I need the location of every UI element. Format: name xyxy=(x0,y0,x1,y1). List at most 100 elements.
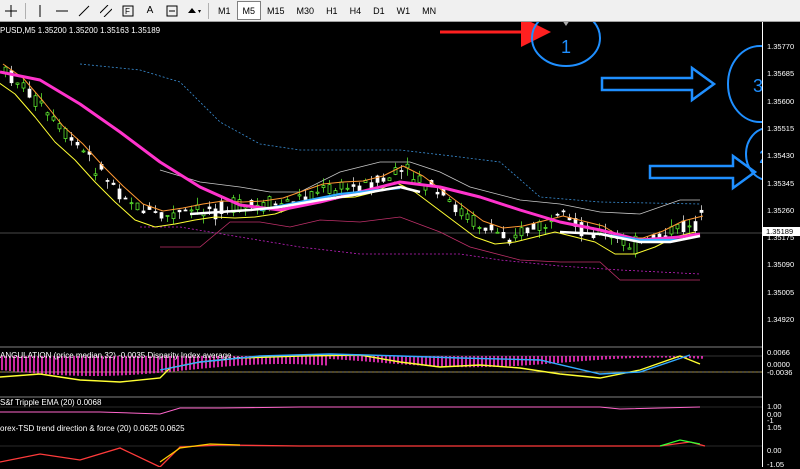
price-pointer-icon xyxy=(563,22,569,26)
candle-body xyxy=(453,204,458,213)
toolbar-separator xyxy=(25,2,26,19)
candle-body xyxy=(543,227,548,229)
shapes-icon[interactable] xyxy=(185,2,203,20)
candle-body xyxy=(693,221,698,231)
timeframe-m30[interactable]: M30 xyxy=(291,1,321,20)
tema-line xyxy=(0,406,701,415)
indicator-1-label: ANGULATION (price median,32) -0.0035 Dis… xyxy=(0,351,241,360)
timeframe-h4[interactable]: H4 xyxy=(344,1,368,20)
candle-body xyxy=(381,177,386,182)
candle-body xyxy=(699,209,704,213)
candle-body xyxy=(387,177,392,182)
price-axis[interactable]: 1.35770 1.35685 1.35600 1.35515 1.35430 1.353… xyxy=(762,22,800,469)
current-price-tag: 1.35189 xyxy=(763,227,800,236)
timeframe-m15[interactable]: M15 xyxy=(261,1,291,20)
timeframe-h1[interactable]: H1 xyxy=(320,1,344,20)
candle-body xyxy=(621,239,626,246)
candle-body xyxy=(351,184,356,187)
candle-body xyxy=(681,220,686,232)
candle-body xyxy=(417,175,422,183)
candle-body xyxy=(105,180,110,182)
candle-body xyxy=(57,123,62,130)
timeframe-d1[interactable]: D1 xyxy=(367,1,391,20)
candle-body xyxy=(465,213,470,220)
indicator-scale-label: -1.05 xyxy=(767,460,785,469)
candle-body xyxy=(303,196,308,200)
candle-body xyxy=(177,209,182,213)
candle-body xyxy=(315,191,320,194)
candle-body xyxy=(15,82,20,85)
candle-body xyxy=(159,212,164,219)
annotation-number: 1 xyxy=(561,37,571,57)
candle-body xyxy=(471,215,476,227)
chart-canvas: 132 xyxy=(0,22,793,467)
vertical-line-icon[interactable] xyxy=(31,2,49,20)
candle-body xyxy=(537,221,542,231)
candle-body xyxy=(495,231,500,234)
indicator-scale-label: -0.0036 xyxy=(767,368,793,377)
price-label: 1.35345 xyxy=(767,178,795,188)
candle-body xyxy=(483,227,488,231)
candle-body xyxy=(435,191,440,195)
indicator-2-label: S&f Tripple EMA (20) 0.0068 xyxy=(0,398,102,407)
candle-body xyxy=(513,234,518,239)
candle-body xyxy=(273,203,278,206)
candle-body xyxy=(327,184,332,194)
candle-body xyxy=(63,128,68,139)
trendline-icon[interactable] xyxy=(75,2,93,20)
candle-body xyxy=(399,170,404,172)
candle-body xyxy=(675,224,680,230)
horizontal-line-icon[interactable] xyxy=(53,2,71,20)
candle-body xyxy=(531,223,536,230)
timeframe-w1[interactable]: W1 xyxy=(391,1,417,20)
candle-body xyxy=(123,197,128,200)
price-label: 1.35005 xyxy=(767,287,795,297)
chart-toolbar: F A M1 M5 M15 M30 H1 H4 D1 W1 MN xyxy=(0,0,800,22)
label-icon[interactable] xyxy=(163,2,181,20)
candle-body xyxy=(111,182,116,185)
candle-body xyxy=(561,210,566,213)
candle-body xyxy=(21,82,26,89)
candle-body xyxy=(129,202,134,205)
candle-body xyxy=(93,173,98,176)
channel-icon[interactable] xyxy=(97,2,115,20)
timeframe-group: M1 M5 M15 M30 H1 H4 D1 W1 MN xyxy=(212,1,442,20)
candle-body xyxy=(489,224,494,231)
candle-body xyxy=(45,112,50,116)
price-label: 1.35600 xyxy=(767,96,795,106)
toolbar-separator xyxy=(208,2,209,19)
candle-body xyxy=(321,185,326,188)
candle-body xyxy=(75,141,80,146)
indicator-3-label: orex-TSD trend direction & force (20) 0.… xyxy=(0,424,185,433)
candle-body xyxy=(39,100,44,104)
candle-body xyxy=(627,247,632,250)
candle-body xyxy=(9,70,14,84)
candle-body xyxy=(135,202,140,211)
timeframe-mn[interactable]: MN xyxy=(416,1,442,20)
candle-body xyxy=(459,208,464,217)
blue-arrow-2 xyxy=(648,153,758,191)
price-label: 1.35515 xyxy=(767,123,795,133)
price-label: 1.35770 xyxy=(767,42,795,51)
candle-body xyxy=(555,213,560,216)
candle-body xyxy=(267,196,272,208)
price-label: 1.35685 xyxy=(767,69,795,79)
candle-body xyxy=(69,137,74,141)
text-tool-button[interactable]: A xyxy=(141,2,159,20)
candle-body xyxy=(447,199,452,202)
indicator-scale-label: 1.05 xyxy=(767,423,782,432)
candle-body xyxy=(687,225,692,228)
candle-body xyxy=(297,194,302,197)
price-label: 1.35090 xyxy=(767,260,795,270)
candle-body xyxy=(207,206,212,210)
blue-arrow-3 xyxy=(600,65,717,103)
timeframe-m5[interactable]: M5 xyxy=(236,1,262,20)
crosshair-icon[interactable] xyxy=(2,2,20,20)
timeframe-m1[interactable]: M1 xyxy=(212,1,237,20)
candle-body xyxy=(51,116,56,121)
candle-body xyxy=(477,227,482,229)
candle-body xyxy=(183,209,188,212)
candle-body xyxy=(171,212,176,219)
candle-body xyxy=(153,211,158,213)
fibonacci-icon[interactable]: F xyxy=(119,2,137,20)
